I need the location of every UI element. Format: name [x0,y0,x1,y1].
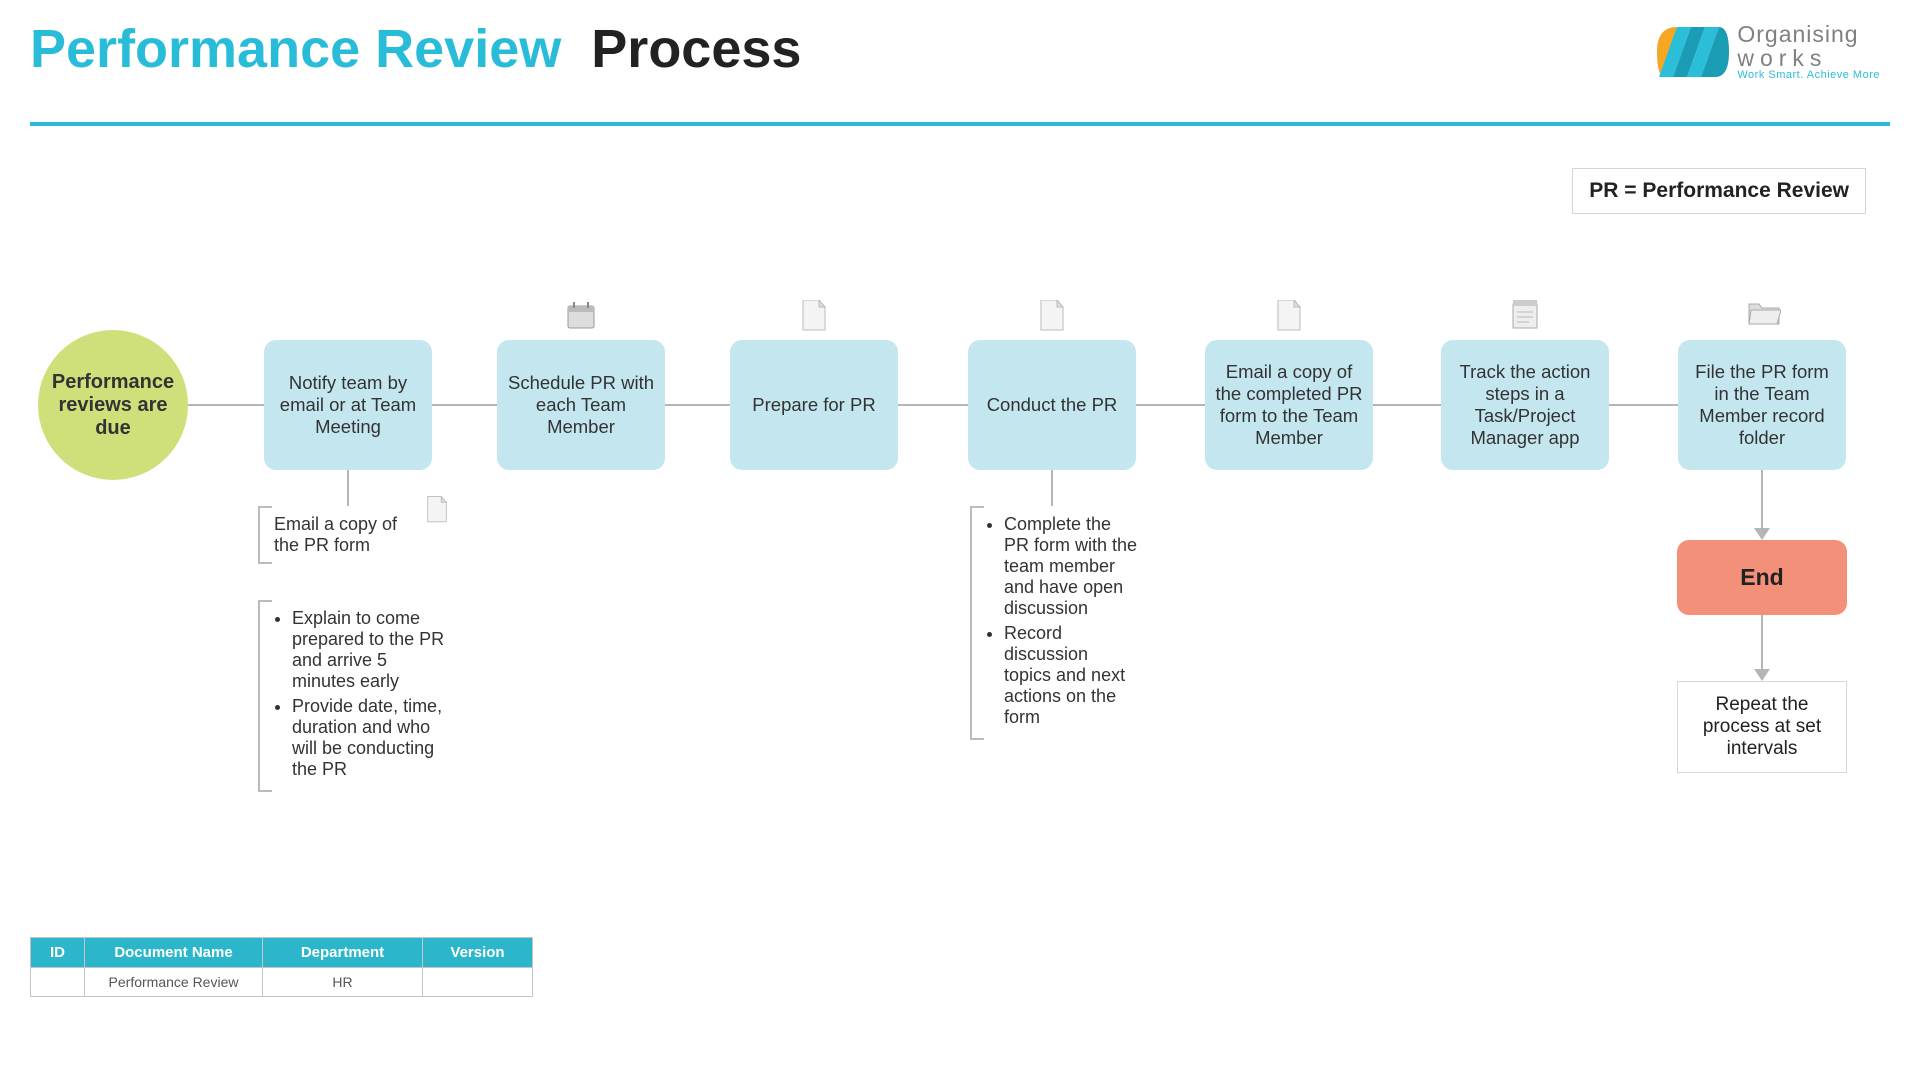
connector-vertical [347,470,349,506]
bullet-item: Complete the PR form with the team membe… [1004,514,1140,619]
node-label: Track the action steps in a Task/Project… [1451,361,1599,449]
header: Performance Review Process Organising wo… [30,18,1890,80]
document-info-table: ID Document Name Department Version Perf… [30,937,533,997]
calendar-icon [566,300,596,330]
title-accent: Performance Review [30,19,561,79]
bullet-item: Record discussion topics and next action… [1004,623,1140,728]
node-label: Schedule PR with each Team Member [507,372,655,438]
node-conduct: Conduct the PR [968,340,1136,470]
sub-notify-bullets: Explain to come prepared to the PR and a… [258,600,458,792]
td-department: HR [263,968,423,997]
td-version [423,968,533,997]
logo-text-line1: Organising [1737,22,1880,46]
repeat-label: Repeat the process at set intervals [1703,694,1821,759]
connector-vertical [1761,615,1763,671]
process-flow: Performance reviews are due Notify team … [38,340,1882,470]
sub-email-pr-form: Email a copy of the PR form [258,506,418,564]
node-label: Email a copy of the completed PR form to… [1215,361,1363,449]
logo-mark-icon [1657,27,1729,77]
sub-conduct-bullets: Complete the PR form with the team membe… [970,506,1150,740]
file-icon [1037,300,1067,330]
title-rest: Process [576,19,801,79]
th-version: Version [423,938,533,968]
td-id [31,968,85,997]
node-prepare: Prepare for PR [730,340,898,470]
bullet-item: Explain to come prepared to the PR and a… [292,608,448,692]
file-icon [1274,300,1304,330]
folder-icon [1747,300,1777,330]
repeat-box: Repeat the process at set intervals [1677,681,1847,773]
arrowhead-down [1754,669,1770,681]
node-email-completed: Email a copy of the completed PR form to… [1205,340,1373,470]
connector-vertical [1761,470,1763,530]
table-row: Performance Review HR [31,968,533,997]
file-icon [799,300,829,330]
notepad-icon [1510,300,1540,330]
brand-logo: Organising works Work Smart. Achieve Mor… [1657,22,1880,82]
sub-title: Email a copy of the PR form [274,514,397,555]
node-label: Notify team by email or at Team Meeting [274,372,422,438]
node-notify: Notify team by email or at Team Meeting [264,340,432,470]
node-schedule: Schedule PR with each Team Member [497,340,665,470]
header-divider [30,122,1890,126]
td-docname: Performance Review [85,968,263,997]
node-file: File the PR form in the Team Member reco… [1678,340,1846,470]
start-label: Performance reviews are due [50,371,176,440]
connector-vertical [1051,470,1053,506]
legend-box: PR = Performance Review [1572,168,1866,214]
bullet-item: Provide date, time, duration and who wil… [292,696,448,780]
node-label: Conduct the PR [987,394,1118,416]
node-label: File the PR form in the Team Member reco… [1688,361,1836,449]
start-node: Performance reviews are due [38,330,188,480]
th-docname: Document Name [85,938,263,968]
arrowhead-down [1754,528,1770,540]
logo-tagline: Work Smart. Achieve More [1737,70,1880,82]
file-icon [426,496,448,529]
page-title: Performance Review Process [30,18,1890,80]
node-label: Prepare for PR [752,394,875,416]
node-track: Track the action steps in a Task/Project… [1441,340,1609,470]
end-node: End [1677,540,1847,615]
th-department: Department [263,938,423,968]
logo-text-line2: works [1737,46,1880,70]
th-id: ID [31,938,85,968]
end-label: End [1740,564,1783,591]
